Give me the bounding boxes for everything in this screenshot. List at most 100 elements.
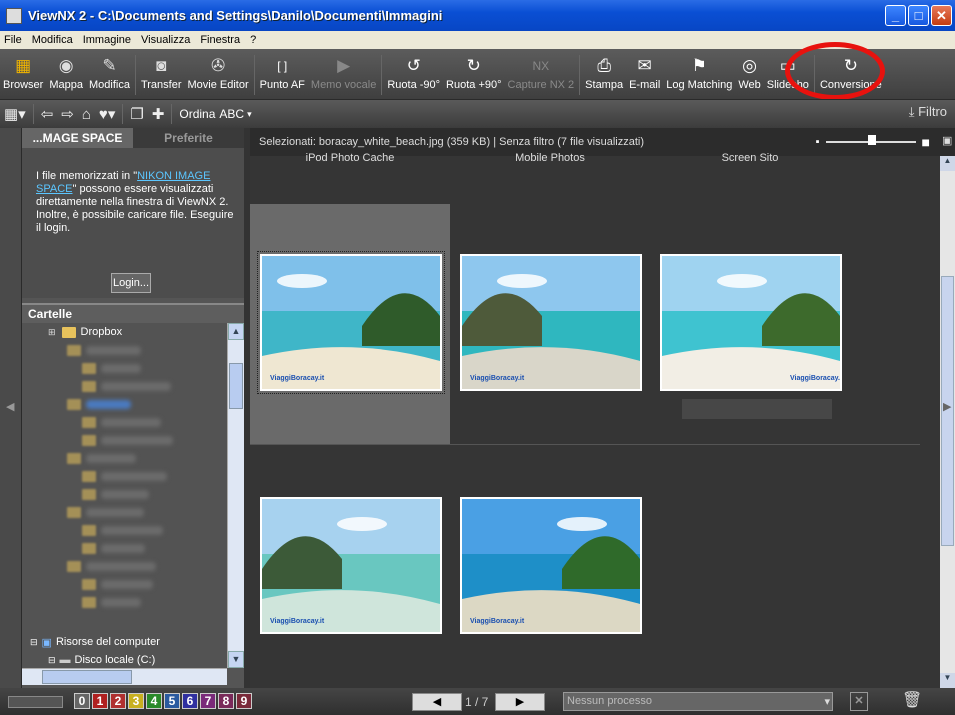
toolbar-button-web[interactable]: ◎ Web bbox=[735, 55, 763, 91]
forward-arrow-icon[interactable]: ⇨ bbox=[61, 105, 74, 123]
folder-up-icon[interactable]: ⌂ bbox=[82, 106, 91, 123]
scroll-thumb[interactable] bbox=[229, 363, 243, 409]
scroll-up-icon[interactable]: ▲ bbox=[940, 156, 955, 171]
collapse-minus-icon[interactable]: ⊟ bbox=[30, 637, 38, 648]
tab-preferite[interactable]: Preferite bbox=[133, 128, 244, 148]
back-arrow-icon[interactable]: ⇦ bbox=[41, 105, 54, 123]
hscroll-thumb[interactable] bbox=[42, 670, 132, 684]
label-filter-4[interactable]: 4 bbox=[146, 693, 162, 709]
palm-tree-beach-thumbnail[interactable]: ViaggiBoracay.it bbox=[660, 254, 842, 391]
tree-item-blurred[interactable] bbox=[22, 431, 227, 449]
toolbar-button-ruota-90-[interactable]: ↺ Ruota -90° bbox=[384, 55, 443, 91]
small-thumb-icon[interactable]: ▪ bbox=[816, 136, 820, 148]
label-filter-2[interactable]: 2 bbox=[110, 693, 126, 709]
tree-item-blurred[interactable] bbox=[22, 449, 227, 467]
folder-icon bbox=[67, 506, 81, 518]
label-filter-bar: 0123456789 bbox=[74, 693, 254, 709]
tree-item-blurred[interactable] bbox=[22, 467, 227, 485]
tree-item-blurred[interactable] bbox=[22, 359, 227, 377]
tree-item-blurred[interactable] bbox=[22, 485, 227, 503]
favorite-folder-icon[interactable]: ♥▾ bbox=[99, 105, 115, 123]
collapse-right-icon[interactable]: ▶ bbox=[943, 400, 951, 413]
chevron-down-icon[interactable]: ▾ bbox=[824, 694, 830, 711]
tab-nikon-image-space[interactable]: ...MAGE SPACE bbox=[22, 128, 133, 148]
folder-tree-hscrollbar[interactable] bbox=[22, 668, 227, 685]
menu-help[interactable]: ? bbox=[250, 34, 256, 46]
label-filter-5[interactable]: 5 bbox=[164, 693, 180, 709]
tree-item-blurred[interactable] bbox=[22, 575, 227, 593]
tree-item-dropbox[interactable]: ⊞ Dropbox bbox=[22, 323, 227, 341]
tree-item-local-disk[interactable]: ⊟ ▬ Disco locale (C:) bbox=[22, 651, 227, 668]
toolbar-button-log-matching[interactable]: ⚑ Log Matching bbox=[663, 55, 735, 91]
toolbar-button-stampa[interactable]: ⎙ Stampa bbox=[582, 55, 626, 91]
maximize-button[interactable]: □ bbox=[908, 5, 929, 26]
menu-modifica[interactable]: Modifica bbox=[32, 34, 73, 46]
large-thumb-icon[interactable]: ■ bbox=[922, 134, 930, 150]
toolbar-button-capture-nx-2[interactable]: NX Capture NX 2 bbox=[505, 55, 578, 91]
label-filter-6[interactable]: 6 bbox=[182, 693, 198, 709]
menu-immagine[interactable]: Immagine bbox=[83, 34, 131, 46]
tree-item-blurred[interactable] bbox=[22, 413, 227, 431]
prev-page-button[interactable]: ◀ bbox=[412, 693, 462, 711]
scroll-down-icon[interactable]: ▼ bbox=[228, 651, 244, 668]
slider-knob[interactable] bbox=[867, 135, 876, 145]
scroll-down-icon[interactable]: ▼ bbox=[940, 673, 955, 688]
tree-item-blurred[interactable] bbox=[22, 377, 227, 395]
outrigger-boat-thumbnail[interactable]: ViaggiBoracay.it bbox=[260, 497, 442, 634]
tree-item-blurred[interactable] bbox=[22, 395, 227, 413]
toolbar-button-e-mail[interactable]: ✉ E-mail bbox=[626, 55, 663, 91]
label-filter-1[interactable]: 1 bbox=[92, 693, 108, 709]
collapse-minus-icon[interactable]: ⊟ bbox=[48, 655, 56, 666]
collapse-left-icon[interactable]: ◀ bbox=[6, 400, 14, 413]
toolbar-button-memo-vocale[interactable]: ▶ Memo vocale bbox=[308, 55, 379, 91]
panel-toggle[interactable] bbox=[8, 696, 63, 708]
grid-view-icon[interactable]: ▦▾ bbox=[4, 105, 26, 123]
filter-button[interactable]: ⤓ Filtro bbox=[909, 104, 947, 120]
folder-tree-scrollbar[interactable]: ▲ ▼ bbox=[227, 323, 244, 668]
cancel-process-button[interactable]: ✕ bbox=[850, 692, 868, 711]
toolbar-button-browser[interactable]: ▦ Browser bbox=[0, 55, 46, 91]
tree-item-computer[interactable]: ⊟ ▣ Risorse del computer bbox=[22, 633, 227, 651]
label-filter-9[interactable]: 9 bbox=[236, 693, 252, 709]
label-filter-7[interactable]: 7 bbox=[200, 693, 216, 709]
expand-plus-icon[interactable]: ⊞ bbox=[48, 327, 56, 338]
label-filter-3[interactable]: 3 bbox=[128, 693, 144, 709]
login-button[interactable]: Login... bbox=[111, 273, 151, 293]
tree-item-blurred[interactable] bbox=[22, 557, 227, 575]
next-page-button[interactable]: ▶ bbox=[495, 693, 545, 711]
minimize-button[interactable]: _ bbox=[885, 5, 906, 26]
toolbar-button-modifica[interactable]: ✎ Modifica bbox=[86, 55, 133, 91]
coastline-aerial-thumbnail[interactable]: ViaggiBoracay.it bbox=[460, 497, 642, 634]
menu-visualizza[interactable]: Visualizza bbox=[141, 34, 190, 46]
toolbar-button-transfer[interactable]: ◙ Transfer bbox=[138, 55, 185, 91]
left-collapse-strip[interactable]: ◀ bbox=[0, 128, 22, 688]
thumbnail-size-slider[interactable]: ▪ ■ bbox=[816, 134, 930, 150]
toolbar-button-punto-af[interactable]: [ ] Punto AF bbox=[257, 55, 308, 91]
scroll-up-icon[interactable]: ▲ bbox=[228, 323, 244, 340]
title-bar[interactable]: ViewNX 2 - C:\Documents and Settings\Dan… bbox=[0, 0, 955, 31]
trash-icon[interactable]: 🗑 bbox=[902, 690, 922, 710]
process-dropdown[interactable]: Nessun processo ▾ bbox=[563, 692, 833, 711]
tree-item-blurred[interactable] bbox=[22, 521, 227, 539]
tree-item-blurred[interactable] bbox=[22, 503, 227, 521]
window-icon[interactable]: ❐ bbox=[130, 105, 143, 123]
boracay-white-beach-thumbnail[interactable]: ViaggiBoracay.it bbox=[257, 251, 445, 394]
fullscreen-icon[interactable]: ▣ bbox=[942, 134, 952, 147]
toolbar-button-movie-editor[interactable]: ✇ Movie Editor bbox=[185, 55, 252, 91]
cliff-islands-thumbnail[interactable]: ViaggiBoracay.it bbox=[460, 254, 642, 391]
tree-item-blurred[interactable] bbox=[22, 593, 227, 611]
label-filter-8[interactable]: 8 bbox=[218, 693, 234, 709]
thumbnail-scrollbar[interactable]: ▲ ▼ ▶ bbox=[940, 156, 955, 688]
toolbar-button-mappa[interactable]: ◉ Mappa bbox=[46, 55, 86, 91]
close-button[interactable]: ✕ bbox=[931, 5, 952, 26]
menu-finestra[interactable]: Finestra bbox=[200, 34, 240, 46]
sort-dropdown[interactable]: ABC bbox=[219, 107, 244, 121]
tree-item-blurred[interactable] bbox=[22, 341, 227, 359]
menu-file[interactable]: File bbox=[4, 34, 22, 46]
toolbar-button-ruota-90-[interactable]: ↻ Ruota +90° bbox=[443, 55, 504, 91]
tree-item-blurred[interactable] bbox=[22, 539, 227, 557]
label-filter-0[interactable]: 0 bbox=[74, 693, 90, 709]
new-folder-icon[interactable]: ✚ bbox=[152, 105, 165, 123]
sort-chevron-down-icon[interactable]: ▾ bbox=[247, 109, 252, 120]
folder-tree[interactable]: ⊞ Dropbox ⊟ ▣ Risorse del computer ⊟ ▬ Disco … bbox=[22, 323, 227, 668]
